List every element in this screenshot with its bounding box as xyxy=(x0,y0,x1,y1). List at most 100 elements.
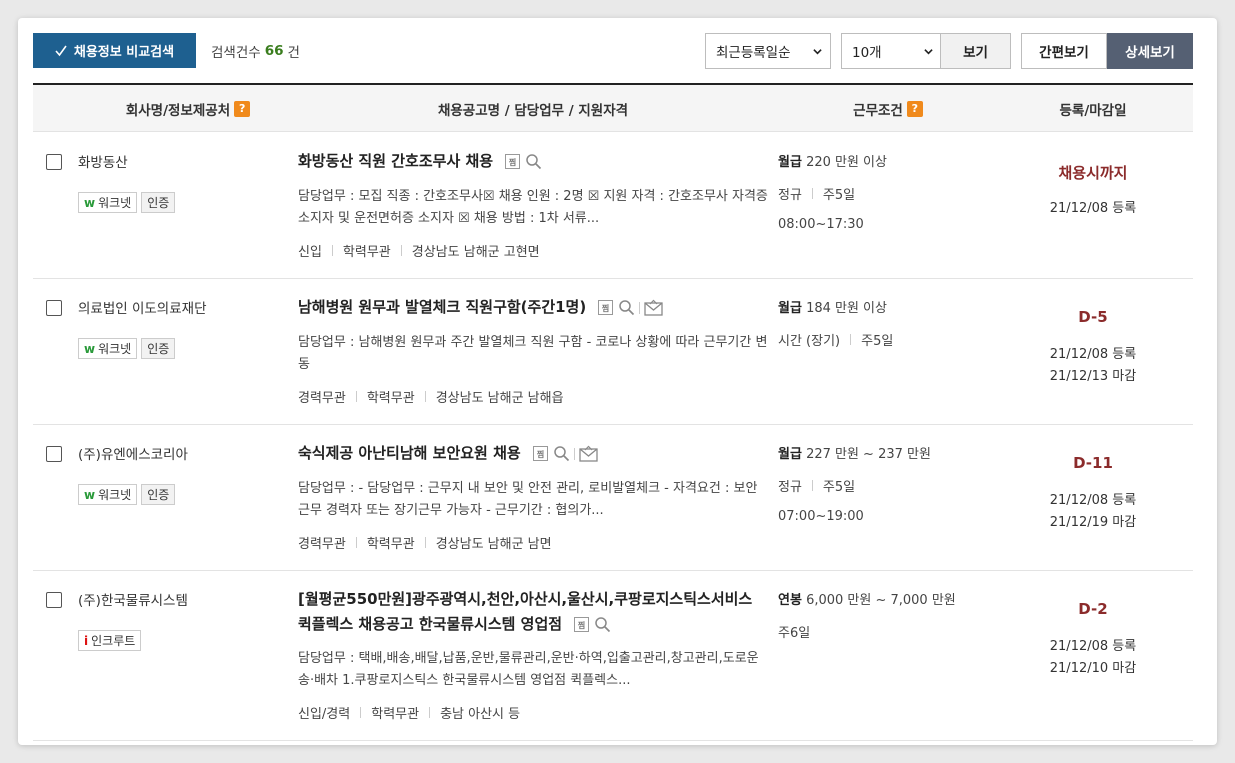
column-dates-label: 등록/마감일 xyxy=(1059,102,1127,119)
verified-badge: 인증 xyxy=(141,192,176,213)
bookmark-icon[interactable]: 찜 xyxy=(597,299,614,316)
worknet-logo-icon: w xyxy=(84,487,96,502)
employment-type: 정규 xyxy=(778,480,802,495)
chevron-down-icon xyxy=(813,48,822,54)
pay-type: 월급 xyxy=(778,447,802,462)
worknet-badge: w 워크넷 xyxy=(78,484,138,505)
incruit-badge-label: 인크루트 xyxy=(91,634,136,648)
incruit-logo-icon: i xyxy=(84,633,89,648)
job-duty: 담당업무 : 남해병원 원무과 주간 발열체크 직원 구함 - 코로나 상황에 … xyxy=(298,335,768,372)
source-badges: w 워크넷 인증 xyxy=(78,192,176,213)
result-count-value: 66 xyxy=(264,42,284,59)
job-title-line: 화방동산 직원 간호조무사 채용 찜 xyxy=(298,149,768,174)
email-apply-icon[interactable] xyxy=(644,299,664,316)
pay-info: 월급 227 만원 ~ 237 만원 xyxy=(778,443,931,462)
incruit-badge: i 인크루트 xyxy=(78,630,142,651)
employment-conditions: 주6일 xyxy=(778,622,810,641)
job-title[interactable]: 남해병원 원무과 발열체크 직원구함(주간1명) xyxy=(298,298,586,316)
pay-type: 연봉 xyxy=(778,593,802,608)
search-icon[interactable] xyxy=(525,153,542,170)
svg-text:찜: 찜 xyxy=(537,449,544,459)
closing-date: 21/12/13 마감 xyxy=(1049,369,1137,384)
source-badges: w 워크넷 인증 xyxy=(78,484,176,505)
column-company: 회사명/정보제공처 ? xyxy=(73,85,303,132)
pay-value: 184 만원 이상 xyxy=(806,301,887,316)
company-name[interactable]: 화방동산 xyxy=(78,151,128,171)
closing-date: 21/12/19 마감 xyxy=(1049,515,1137,530)
search-icon[interactable] xyxy=(594,616,611,633)
help-icon[interactable]: ? xyxy=(906,100,923,117)
pay-value: 6,000 만원 ~ 7,000 만원 xyxy=(806,593,956,608)
worknet-badge: w 워크넷 xyxy=(78,338,138,359)
sort-select-value: 최근등록일순 xyxy=(716,45,791,61)
company-name[interactable]: (주)유엔에스코리아 xyxy=(78,443,188,463)
column-dates: 등록/마감일 xyxy=(1018,85,1168,132)
worknet-logo-icon: w xyxy=(84,341,96,356)
registered-date: 21/12/08 등록 xyxy=(1049,201,1137,216)
source-badges: i 인크루트 xyxy=(78,630,142,651)
job-title-line: 숙식제공 아난티남해 보안요원 채용 찜 xyxy=(298,441,768,466)
result-count: 검색건수 66 건 xyxy=(211,33,300,68)
job-title[interactable]: [월평균550만원]광주광역시,천안,아산시,울산시,쿠팡로지스틱스서비스 퀵플… xyxy=(298,590,752,633)
job-title[interactable]: 숙식제공 아난티남해 보안요원 채용 xyxy=(298,444,521,462)
meta-education: 학력무관 xyxy=(342,245,391,260)
column-job-label: 채용공고명 / 담당업무 / 지원자격 xyxy=(437,102,629,119)
meta-career: 신입/경력 xyxy=(298,707,351,722)
job-meta: 경력무관 학력무관 경상남도 남해군 남해읍 xyxy=(298,387,564,406)
pay-value: 220 만원 이상 xyxy=(806,155,887,170)
row-checkbox[interactable] xyxy=(46,300,62,316)
meta-location: 경상남도 남해군 남면 xyxy=(435,537,552,552)
detail-view-button[interactable]: 상세보기 xyxy=(1107,33,1193,69)
page-size-select[interactable]: 10개 xyxy=(841,33,942,69)
company-name[interactable]: (주)한국물류시스템 xyxy=(78,589,188,609)
search-icon[interactable] xyxy=(618,299,635,316)
deadline-status: D-5 xyxy=(1078,308,1108,326)
job-duty: 담당업무 : 택배,배송,배달,납품,운반,물류관리,운반·하역,입출고관리,창… xyxy=(298,651,759,688)
column-conditions: 근무조건 ? xyxy=(778,85,998,132)
bookmark-icon[interactable]: 찜 xyxy=(573,616,590,633)
worknet-badge-label: 워크넷 xyxy=(98,196,132,210)
source-badges: w 워크넷 인증 xyxy=(78,338,176,359)
compare-search-label: 채용정보 비교검색 xyxy=(73,45,175,60)
view-button[interactable]: 보기 xyxy=(940,33,1011,69)
simple-view-button[interactable]: 간편보기 xyxy=(1021,33,1107,69)
worknet-badge-label: 워크넷 xyxy=(98,488,132,502)
meta-career: 신입 xyxy=(298,245,322,260)
verified-badge: 인증 xyxy=(141,484,176,505)
employment-conditions: 정규 주5일 xyxy=(778,184,855,203)
job-meta: 신입 학력무관 경상남도 남해군 고현면 xyxy=(298,241,540,260)
registered-date: 21/12/08 등록 xyxy=(1049,493,1137,508)
svg-text:찜: 찜 xyxy=(578,620,585,630)
help-icon[interactable]: ? xyxy=(234,100,251,117)
row-checkbox[interactable] xyxy=(46,592,62,608)
sort-select[interactable]: 최근등록일순 xyxy=(705,33,831,69)
job-title[interactable]: 화방동산 직원 간호조무사 채용 xyxy=(298,152,493,170)
deadline-status: 채용시까지 xyxy=(1058,164,1128,182)
checkmark-icon xyxy=(55,45,67,56)
search-icon[interactable] xyxy=(553,445,570,462)
svg-text:찜: 찜 xyxy=(509,157,516,167)
result-count-suffix: 건 xyxy=(287,44,300,61)
bookmark-icon[interactable]: 찜 xyxy=(504,153,521,170)
toolbar: 채용정보 비교검색 검색건수 66 건 최근등록일순 10개 보기 간편보기 상… xyxy=(33,33,1193,69)
bookmark-icon[interactable]: 찜 xyxy=(532,445,549,462)
employment-type: 시간 (장기) xyxy=(778,334,841,349)
meta-education: 학력무관 xyxy=(371,707,420,722)
pay-info: 월급 220 만원 이상 xyxy=(778,151,887,170)
employment-type: 정규 xyxy=(778,188,802,203)
row-checkbox[interactable] xyxy=(46,446,62,462)
meta-location: 경상남도 남해군 고현면 xyxy=(411,245,540,260)
pay-type: 월급 xyxy=(778,155,802,170)
meta-location: 경상남도 남해군 남해읍 xyxy=(435,391,564,406)
email-apply-icon[interactable] xyxy=(579,445,598,462)
job-duty: 담당업무 : 모집 직종 : 간호조무사☒ 채용 인원 : 2명 ☒ 지원 자격… xyxy=(298,189,768,226)
compare-search-button[interactable]: 채용정보 비교검색 xyxy=(33,33,196,68)
meta-career: 경력무관 xyxy=(298,391,346,406)
job-tools: 찜 xyxy=(573,616,611,633)
pay-info: 연봉 6,000 만원 ~ 7,000 만원 xyxy=(778,589,956,608)
row-checkbox[interactable] xyxy=(46,154,62,170)
job-tools: 찜 xyxy=(504,153,542,170)
deadline-status: D-11 xyxy=(1073,454,1113,472)
company-name[interactable]: 의료법인 이도의료재단 xyxy=(78,297,207,317)
table-row: 화방동산 w 워크넷 인증 화방동산 직원 간호조무사 채용 찜 담당업무 : 모… xyxy=(33,133,1193,279)
